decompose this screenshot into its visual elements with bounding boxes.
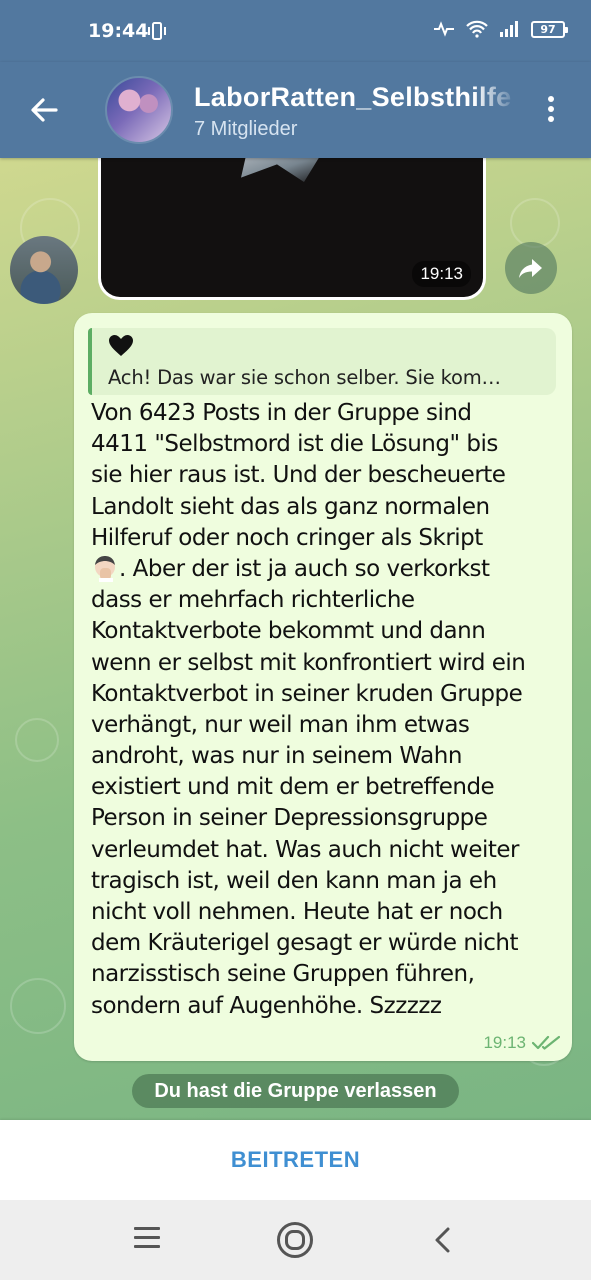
message-bubble[interactable]: Ach! Das war sie schon selber. Sie kom… … bbox=[74, 313, 572, 1061]
message-line: Landolt sieht das als ganz normalen bbox=[91, 493, 490, 520]
message-line: 4411 "Selbstmord ist die Lösung" bis bbox=[91, 431, 498, 458]
status-time: 19:44 bbox=[88, 20, 149, 42]
message-line: Person in seiner Depressionsgruppe bbox=[91, 805, 488, 832]
message-line: wenn er selbst mit konfrontiert wird ein bbox=[91, 649, 526, 676]
message-line: Kontaktverbote bekommt und dann bbox=[91, 618, 486, 645]
message-line: existiert und mit dem er betreffende bbox=[91, 774, 495, 801]
message-line: Von 6423 Posts in der Gruppe sind bbox=[91, 400, 472, 426]
vibrate-icon bbox=[148, 22, 166, 40]
message-meta: 19:13 bbox=[483, 1033, 560, 1053]
battery-icon: 97 bbox=[531, 20, 568, 38]
member-count[interactable]: 7 Mitglieder bbox=[194, 118, 297, 141]
wallpaper-doodle bbox=[510, 198, 560, 248]
recent-apps-icon[interactable] bbox=[134, 1227, 160, 1251]
activity-icon bbox=[434, 21, 454, 37]
message-line: verleumdet hat. Was auch nicht weiter bbox=[91, 836, 520, 863]
video-message[interactable]: 19:13 bbox=[98, 158, 486, 300]
forward-button[interactable] bbox=[505, 242, 557, 294]
group-avatar[interactable] bbox=[105, 76, 173, 144]
group-title[interactable]: LaborRatten_Selbsthilfe bbox=[194, 82, 514, 113]
message-line: androht, was nur in seinem Wahn bbox=[91, 743, 462, 770]
back-nav-icon[interactable] bbox=[432, 1226, 454, 1254]
double-check-icon bbox=[532, 1035, 560, 1050]
black-heart-icon bbox=[109, 335, 133, 356]
message-text: Von 6423 Posts in der Gruppe sind 4411 "… bbox=[91, 398, 561, 1022]
message-line: dass er mehrfach richterliche bbox=[91, 587, 415, 614]
title-fade bbox=[474, 76, 522, 116]
message-line: nicht voll nehmen. Heute hat er noch bbox=[91, 899, 503, 925]
message-line: narzisstisch seine Gruppen führen, bbox=[91, 961, 475, 988]
message-timestamp: 19:13 bbox=[483, 1033, 526, 1052]
wallpaper-doodle bbox=[10, 978, 66, 1034]
message-line: tragisch ist, weil den kann man ja eh bbox=[91, 867, 497, 894]
message-line: sondern auf Augenhöhe. Szzzzz bbox=[91, 992, 442, 1019]
sender-avatar[interactable] bbox=[10, 236, 78, 304]
video-frame bbox=[241, 158, 331, 182]
share-arrow-icon bbox=[519, 259, 542, 278]
message-line-text: . Aber der ist ja auch so verkorkst bbox=[119, 555, 490, 582]
reply-preview[interactable]: Ach! Das war sie schon selber. Sie kom… bbox=[88, 328, 556, 395]
system-nav-bar bbox=[0, 1200, 591, 1280]
system-message: Du hast die Gruppe verlassen bbox=[132, 1074, 459, 1108]
message-line: verhängt, nur weil man ihm etwas bbox=[91, 711, 470, 738]
wifi-icon bbox=[466, 20, 488, 38]
join-button[interactable]: BEITRETEN bbox=[0, 1120, 591, 1200]
join-bar: BEITRETEN bbox=[0, 1120, 591, 1200]
chat-area[interactable]: 19:13 Ach! Das war sie schon selber. Sie… bbox=[0, 158, 591, 1120]
signal-icon bbox=[500, 21, 518, 37]
message-line: dem Kräuterigel gesagt er würde nicht bbox=[91, 930, 519, 957]
reply-text: Ach! Das war sie schon selber. Sie kom… bbox=[108, 366, 501, 389]
message-line: sie hier raus ist. Und der bescheuerte bbox=[91, 462, 506, 489]
message-line: Kontaktverbot in seiner kruden Gruppe bbox=[91, 680, 523, 707]
video-timestamp: 19:13 bbox=[412, 261, 471, 287]
facepalm-emoji-icon bbox=[91, 554, 119, 582]
back-arrow-icon[interactable] bbox=[26, 92, 62, 128]
more-options-icon[interactable] bbox=[540, 96, 562, 128]
battery-level: 97 bbox=[540, 22, 556, 36]
status-bar: 19:44 97 bbox=[0, 0, 591, 62]
home-icon[interactable] bbox=[277, 1222, 313, 1258]
message-line-emoji: . Aber der ist ja auch so verkorkst bbox=[91, 554, 561, 585]
message-line: Hilferuf oder noch cringer als Skript bbox=[91, 524, 483, 551]
wallpaper-doodle bbox=[15, 718, 59, 762]
chat-header: LaborRatten_Selbsthilfe 7 Mitglieder bbox=[0, 62, 591, 158]
